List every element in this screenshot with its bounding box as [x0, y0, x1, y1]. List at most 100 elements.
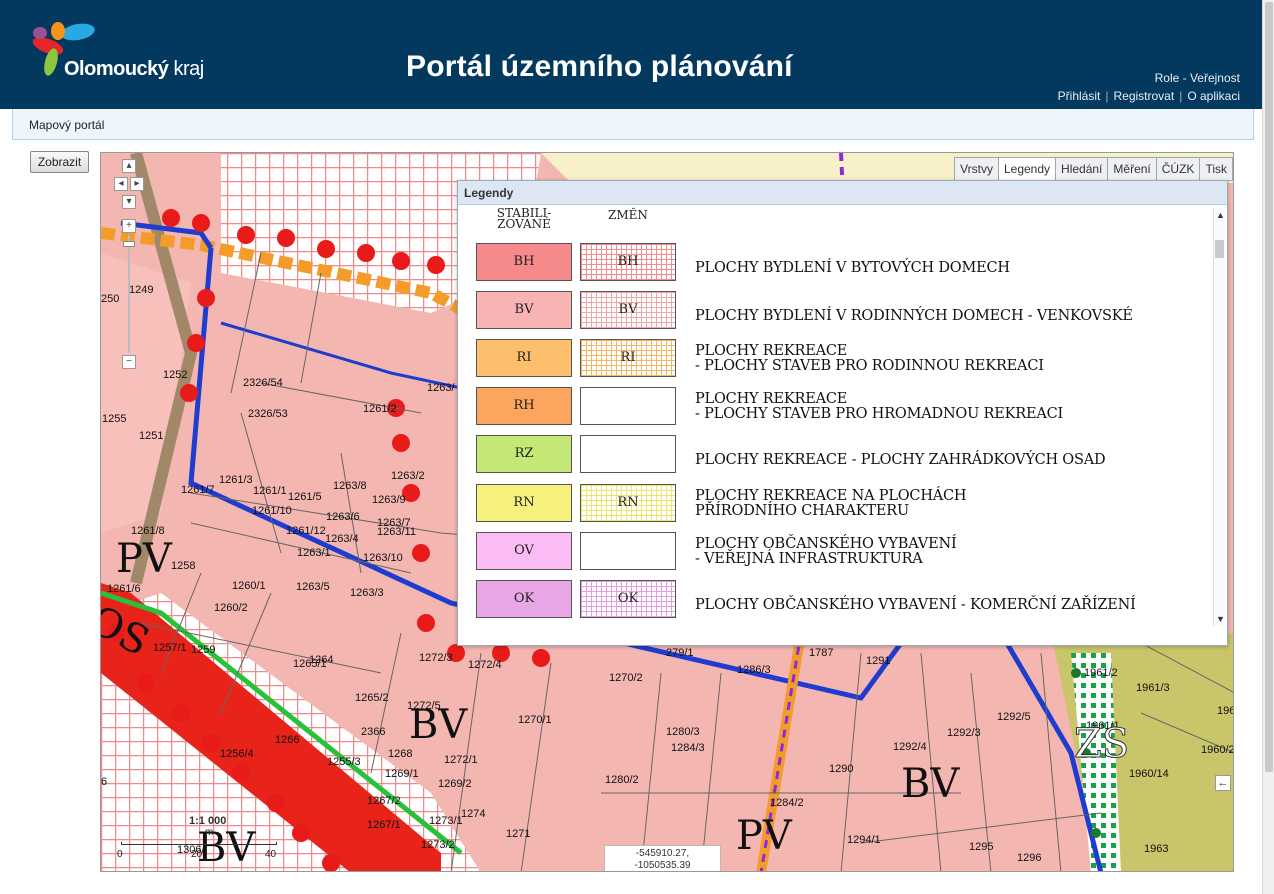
- parcel-label: 1260/1: [232, 580, 266, 592]
- zone-label: PV: [116, 536, 172, 582]
- parcel-label: 1273/2: [421, 839, 455, 851]
- register-link[interactable]: Registrovat: [1113, 89, 1174, 103]
- scale-unit: m: [205, 827, 214, 838]
- legend-title: Legendy: [458, 181, 1227, 205]
- legend-column-header: ZMĚN: [608, 208, 648, 222]
- legend-swatch-stabilized: BV: [476, 291, 572, 329]
- coordinate-x: -545910.27,: [635, 848, 690, 859]
- legend-swatch-stabilized: BH: [476, 243, 572, 281]
- legend-swatch-proposed: OK: [580, 580, 676, 618]
- page-scrollbar[interactable]: [1262, 0, 1274, 894]
- tab-mereni[interactable]: Měření: [1107, 157, 1157, 181]
- parcel-label: 1292/5: [997, 711, 1031, 723]
- parcel-label: 1263/11: [377, 526, 416, 538]
- parcel-label: 1260/2: [214, 602, 248, 614]
- legend-scrollbar[interactable]: ▲ ▼: [1213, 208, 1225, 626]
- show-button[interactable]: Zobrazit: [30, 151, 89, 173]
- header-links: Přihlásit | Registrovat | O aplikaci: [1057, 89, 1240, 103]
- tab-legendy[interactable]: Legendy: [997, 157, 1057, 181]
- tab-hledani[interactable]: Hledání: [1055, 157, 1109, 181]
- parcel-label: 1252: [163, 369, 188, 381]
- legend-item-label: PLOCHY REKREACE - PLOCHY STAVEB PRO RODIN…: [695, 344, 1044, 374]
- parcel-label: 1261/7: [181, 484, 215, 496]
- parcel-label: 1263/2: [391, 470, 425, 482]
- parcel-label: 1960/2: [1201, 744, 1234, 756]
- legend-item: RZ PLOCHY REKREACE - PLOCHY ZAHRÁDKOVÝCH …: [476, 435, 1156, 475]
- parcel-label: 1259: [191, 644, 216, 656]
- pan-right-icon[interactable]: ▸: [130, 177, 144, 191]
- parcel-label: 1263/5: [296, 581, 330, 593]
- legend-content[interactable]: STABILI- ZOVANÉ ZMĚN BH BH PLOCHY BYDLENÍ V…: [458, 206, 1158, 626]
- tab-tisk[interactable]: Tisk: [1199, 157, 1233, 181]
- legend-swatch-stabilized: OK: [476, 580, 572, 618]
- logo-text: Olomoucký kraj: [64, 58, 204, 80]
- parcel-label: 1267/2: [367, 795, 401, 807]
- zoom-slider-handle[interactable]: [123, 241, 135, 247]
- legend-item-text-line: PLOCHY BYDLENÍ V RODINNÝCH DOMECH - VENK…: [695, 308, 1133, 324]
- parcel-label: 1272/1: [444, 754, 478, 766]
- legend-swatch-stabilized: RI: [476, 339, 572, 377]
- parcel-label: 1295: [969, 841, 994, 853]
- legend-swatch-proposed: RN: [580, 484, 676, 522]
- parcel-label: 1294/1: [847, 834, 881, 846]
- zone-label: PV: [736, 813, 792, 859]
- tab-vrstvy[interactable]: Vrstvy: [954, 157, 999, 181]
- parcel-label: 1284/3: [671, 742, 705, 754]
- parcel-label: 1263/8: [333, 480, 367, 492]
- parcel-label: 1960/14: [1129, 768, 1169, 780]
- parcel-label: 1272/3: [419, 652, 453, 664]
- scroll-down-icon[interactable]: ▼: [1216, 614, 1225, 624]
- legend-item: BV BV PLOCHY BYDLENÍ V RODINNÝCH DOMECH - …: [476, 291, 1156, 331]
- legend-swatch-stabilized: RN: [476, 484, 572, 522]
- legend-item-text-line: PLOCHY OBČANSKÉHO VYBAVENÍ: [695, 536, 957, 552]
- legend-panel[interactable]: Legendy STABILI- ZOVANÉ ZMĚN BH BH PLOCHY B…: [457, 180, 1228, 646]
- parcel-label: 1963: [1144, 843, 1169, 855]
- tab-cuzk[interactable]: ČÚZK: [1155, 157, 1201, 181]
- pan-down-icon[interactable]: ▾: [122, 195, 136, 209]
- scale-tick: 20: [191, 849, 203, 860]
- pan-left-icon[interactable]: ◂: [114, 177, 128, 191]
- parcel-label: 1273/1: [429, 815, 463, 827]
- login-link[interactable]: Přihlásit: [1058, 89, 1101, 103]
- legend-item-text-line: PLOCHY OBČANSKÉHO VYBAVENÍ - KOMERČNÍ ZA…: [695, 597, 1136, 613]
- parcel-label: 6: [101, 776, 108, 788]
- legend-item-text-line: - VEŘEJNÁ INFRASTRUKTURA: [695, 551, 923, 567]
- parcel-label: 2326/54: [243, 377, 283, 389]
- parcel-label: 1961/3: [1136, 682, 1170, 694]
- about-link[interactable]: O aplikaci: [1187, 89, 1240, 103]
- breadcrumb[interactable]: Mapový portál: [29, 118, 104, 132]
- legend-item-label: PLOCHY REKREACE NA PLOCHÁCH PŘÍRODNÍHO CH…: [695, 488, 967, 519]
- parcel-label: 1255: [102, 413, 127, 425]
- parcel-label: 1261/10: [252, 505, 292, 517]
- arrow-left-icon[interactable]: ←: [1215, 775, 1231, 791]
- legend-swatch-stabilized: OV: [476, 532, 572, 570]
- legend-item: OV PLOCHY OBČANSKÉHO VYBAVENÍ - VEŘEJNÁ IN…: [476, 532, 1156, 572]
- legend-swatch-proposed: BV: [580, 291, 676, 329]
- site-header: Olomoucký kraj Portál územního plánování…: [0, 0, 1262, 109]
- legend-item: BH BH PLOCHY BYDLENÍ V BYTOVÝCH DOMECH: [476, 243, 1156, 283]
- parcel-label: 1286/3: [737, 664, 771, 676]
- pan-up-icon[interactable]: ▴: [122, 159, 136, 173]
- zoom-slider-track[interactable]: [128, 235, 130, 353]
- parcel-label: 1263/: [427, 382, 455, 394]
- legend-item-text-line: PLOCHY REKREACE NA PLOCHÁCH: [695, 488, 967, 504]
- parcel-label: 1296: [1017, 852, 1042, 864]
- zoom-out-button[interactable]: −: [122, 355, 136, 369]
- parcel-label: 196: [1217, 705, 1234, 717]
- parcel-label: 1270/2: [609, 672, 643, 684]
- parcel-label: 1263/10: [363, 552, 403, 564]
- legend-item: RI RI PLOCHY REKREACE - PLOCHY STAVEB PRO R…: [476, 339, 1156, 379]
- legend-item-label: PLOCHY BYDLENÍ V RODINNÝCH DOMECH - VENK…: [695, 309, 1133, 324]
- parcel-label: 1263/4: [325, 533, 359, 545]
- parcel-label: 1261/2: [363, 403, 397, 415]
- legend-swatch-stabilized: RH: [476, 387, 572, 425]
- legend-swatch-stabilized: RZ: [476, 435, 572, 473]
- zoom-in-button[interactable]: +: [122, 219, 136, 233]
- legend-swatch-proposed: RI: [580, 339, 676, 377]
- map-tabs: Vrstvy Legendy Hledání Měření ČÚZK Tisk: [954, 157, 1233, 181]
- legend-item-text-line: PLOCHY REKREACE: [695, 343, 848, 359]
- scroll-up-icon[interactable]: ▲: [1216, 210, 1225, 220]
- parcel-label: 1272/4: [468, 659, 502, 671]
- legend-item-label: PLOCHY REKREACE - PLOCHY ZAHRÁDKOVÝCH OS…: [695, 453, 1106, 468]
- legend-item-label: PLOCHY BYDLENÍ V BYTOVÝCH DOMECH: [695, 261, 1010, 276]
